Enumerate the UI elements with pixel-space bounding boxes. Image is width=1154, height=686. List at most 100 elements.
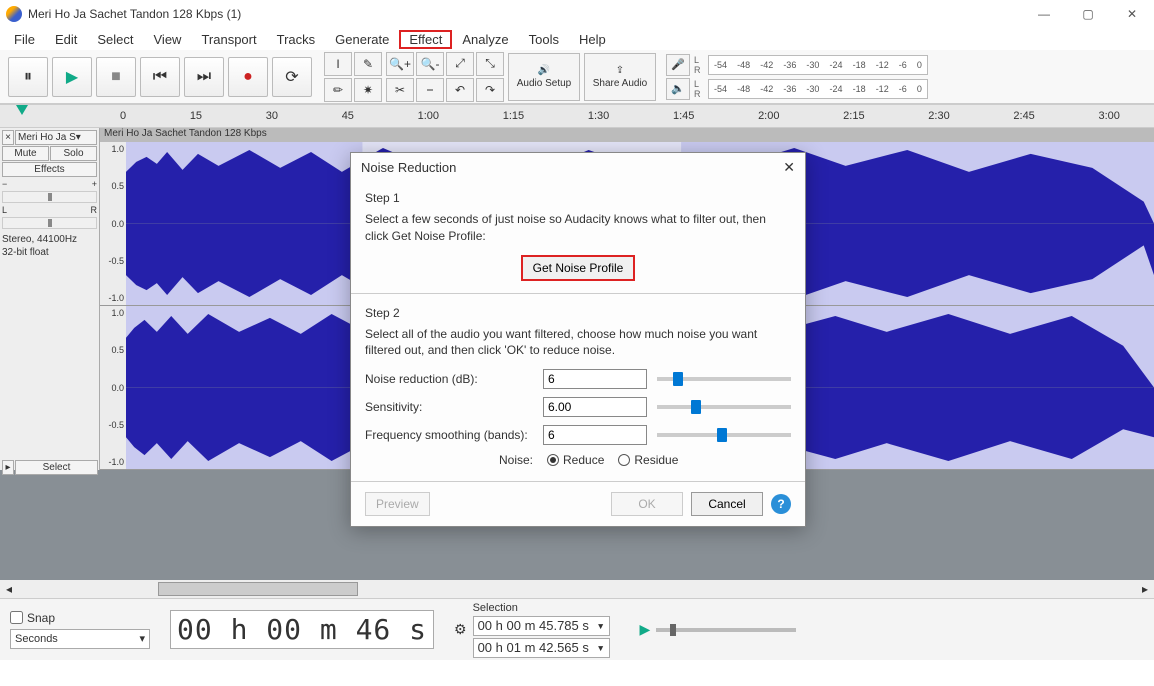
trim-button[interactable]: ✂	[386, 78, 414, 102]
menu-view[interactable]: View	[144, 30, 192, 49]
record-button[interactable]: ●	[228, 57, 268, 97]
menu-file[interactable]: File	[4, 30, 45, 49]
track-select-button[interactable]: Select	[15, 460, 98, 475]
menu-edit[interactable]: Edit	[45, 30, 87, 49]
redo-button[interactable]: ↷	[476, 78, 504, 102]
loop-button[interactable]: ⟳	[272, 57, 312, 97]
dialog-titlebar[interactable]: Noise Reduction ✕	[351, 153, 805, 181]
noise-reduction-input[interactable]	[543, 369, 647, 389]
mute-button[interactable]: Mute	[2, 146, 49, 161]
freq-smoothing-label: Frequency smoothing (bands):	[365, 428, 533, 442]
scroll-right-icon[interactable]: ▸	[1136, 582, 1154, 596]
zoom-out-button[interactable]: 🔍-	[416, 52, 444, 76]
reduce-radio[interactable]: Reduce	[547, 453, 604, 467]
time-ruler[interactable]: 01530451:001:151:301:452:002:152:302:453…	[0, 104, 1154, 128]
recording-meter[interactable]: -54-48-42-36-30-24-18-12-60	[708, 55, 928, 75]
fit-project-button[interactable]: ⤡	[476, 52, 504, 76]
chevron-down-icon: ▾	[139, 632, 145, 645]
window-buttons: — ▢ ✕	[1022, 0, 1154, 28]
playback-speed-slider[interactable]	[656, 628, 796, 632]
playback-speaker-icon[interactable]: 🔈	[666, 78, 690, 100]
silence-button[interactable]: ⎯	[416, 78, 444, 102]
step1-description: Select a few seconds of just noise so Au…	[365, 211, 791, 245]
noise-reduction-slider[interactable]	[657, 377, 791, 381]
sensitivity-slider[interactable]	[657, 405, 791, 409]
fit-selection-button[interactable]: ⤢	[446, 52, 474, 76]
envelope-tool[interactable]: ✎	[354, 52, 382, 76]
dialog-title: Noise Reduction	[361, 160, 456, 175]
selection-settings-icon[interactable]: ⚙	[454, 621, 467, 638]
snap-unit-select[interactable]: Seconds▾	[10, 629, 150, 649]
stop-button[interactable]: ■	[96, 57, 136, 97]
menu-analyze[interactable]: Analyze	[452, 30, 518, 49]
freq-smoothing-slider[interactable]	[657, 433, 791, 437]
track-collapse-button[interactable]: ▸	[2, 460, 14, 475]
scrollbar-thumb[interactable]	[158, 582, 358, 596]
pan-slider[interactable]	[2, 217, 97, 229]
help-button[interactable]: ?	[771, 494, 791, 514]
sensitivity-input[interactable]	[543, 397, 647, 417]
close-button[interactable]: ✕	[1110, 0, 1154, 28]
audio-setup-label: Audio Setup	[517, 78, 572, 89]
track-name-dropdown[interactable]: Meri Ho Ja S▾	[15, 130, 97, 145]
freq-smoothing-input[interactable]	[543, 425, 647, 445]
ok-button[interactable]: OK	[611, 492, 683, 516]
menu-transport[interactable]: Transport	[191, 30, 266, 49]
multi-tool[interactable]: ✷	[354, 78, 382, 102]
window-title: Meri Ho Ja Sachet Tandon 128 Kbps (1)	[28, 7, 1022, 21]
scroll-left-icon[interactable]: ◂	[0, 582, 18, 596]
meters: 🎤 LR -54-48-42-36-30-24-18-12-60 🔈 LR -5…	[666, 54, 928, 100]
menu-help[interactable]: Help	[569, 30, 616, 49]
track-title-bar[interactable]: Meri Ho Ja Sachet Tandon 128 Kbps	[100, 128, 1154, 142]
noise-mode-label: Noise:	[365, 453, 533, 467]
maximize-button[interactable]: ▢	[1066, 0, 1110, 28]
gain-slider[interactable]	[2, 191, 97, 203]
effects-button[interactable]: Effects	[2, 162, 97, 177]
snap-checkbox[interactable]: Snap	[10, 611, 150, 625]
play-at-speed-button[interactable]: ▶	[640, 621, 651, 638]
share-audio-button[interactable]: ⇪ Share Audio	[584, 53, 656, 101]
get-noise-profile-button[interactable]: Get Noise Profile	[521, 255, 636, 281]
selection-start-timecode[interactable]: 00 h 00 m 45.785 s ▾	[473, 616, 610, 636]
zoom-in-button[interactable]: 🔍+	[386, 52, 414, 76]
pause-button[interactable]: ⏸	[8, 57, 48, 97]
share-icon: ⇪	[616, 65, 624, 76]
ruler-ticks: 01530451:001:151:301:452:002:152:302:453…	[120, 110, 1120, 122]
minimize-button[interactable]: —	[1022, 0, 1066, 28]
menubar: File Edit Select View Transport Tracks G…	[0, 28, 1154, 50]
track-close-button[interactable]: ×	[2, 130, 14, 145]
draw-tool[interactable]: ✏	[324, 78, 352, 102]
main-timecode[interactable]: 00 h 00 m 46 s	[170, 610, 434, 649]
amp-scale-left: 1.00.50.0-0.5-1.0	[100, 142, 126, 305]
play-button[interactable]: ▶	[52, 57, 92, 97]
solo-button[interactable]: Solo	[50, 146, 97, 161]
titlebar: Meri Ho Ja Sachet Tandon 128 Kbps (1) — …	[0, 0, 1154, 28]
residue-radio[interactable]: Residue	[618, 453, 678, 467]
selection-end-timecode[interactable]: 00 h 01 m 42.565 s ▾	[473, 638, 610, 658]
zoom-edit-grid: 🔍+ 🔍- ⤢ ⤡ ✂ ⎯ ↶ ↷	[386, 52, 504, 102]
noise-reduction-label: Noise reduction (dB):	[365, 372, 533, 386]
cancel-button[interactable]: Cancel	[691, 492, 763, 516]
tool-grid: I ✎ ✏ ✷	[324, 52, 382, 102]
noise-reduction-dialog: Noise Reduction ✕ Step 1 Select a few se…	[350, 152, 806, 527]
selection-tool[interactable]: I	[324, 52, 352, 76]
preview-button[interactable]: Preview	[365, 492, 430, 516]
menu-generate[interactable]: Generate	[325, 30, 399, 49]
menu-tracks[interactable]: Tracks	[267, 30, 326, 49]
toolbar: ⏸ ▶ ■ ⏮ ⏭ ● ⟳ I ✎ ✏ ✷ 🔍+ 🔍- ⤢ ⤡ ✂ ⎯ ↶ ↷ …	[0, 50, 1154, 104]
dialog-close-button[interactable]: ✕	[783, 159, 795, 176]
playhead-icon[interactable]	[16, 105, 28, 115]
status-toolbar: Snap Seconds▾ 00 h 00 m 46 s ⚙ Selection…	[0, 598, 1154, 660]
step1-heading: Step 1	[365, 191, 791, 205]
horizontal-scrollbar[interactable]: ◂ ▸	[0, 580, 1154, 598]
menu-effect[interactable]: Effect	[399, 30, 452, 49]
undo-button[interactable]: ↶	[446, 78, 474, 102]
meter-rec-l: L	[694, 55, 704, 65]
mic-icon[interactable]: 🎤	[666, 54, 690, 76]
menu-tools[interactable]: Tools	[519, 30, 569, 49]
skip-end-button[interactable]: ⏭	[184, 57, 224, 97]
playback-meter[interactable]: -54-48-42-36-30-24-18-12-60	[708, 79, 928, 99]
audio-setup-button[interactable]: 🔊 Audio Setup	[508, 53, 580, 101]
skip-start-button[interactable]: ⏮	[140, 57, 180, 97]
menu-select[interactable]: Select	[87, 30, 143, 49]
